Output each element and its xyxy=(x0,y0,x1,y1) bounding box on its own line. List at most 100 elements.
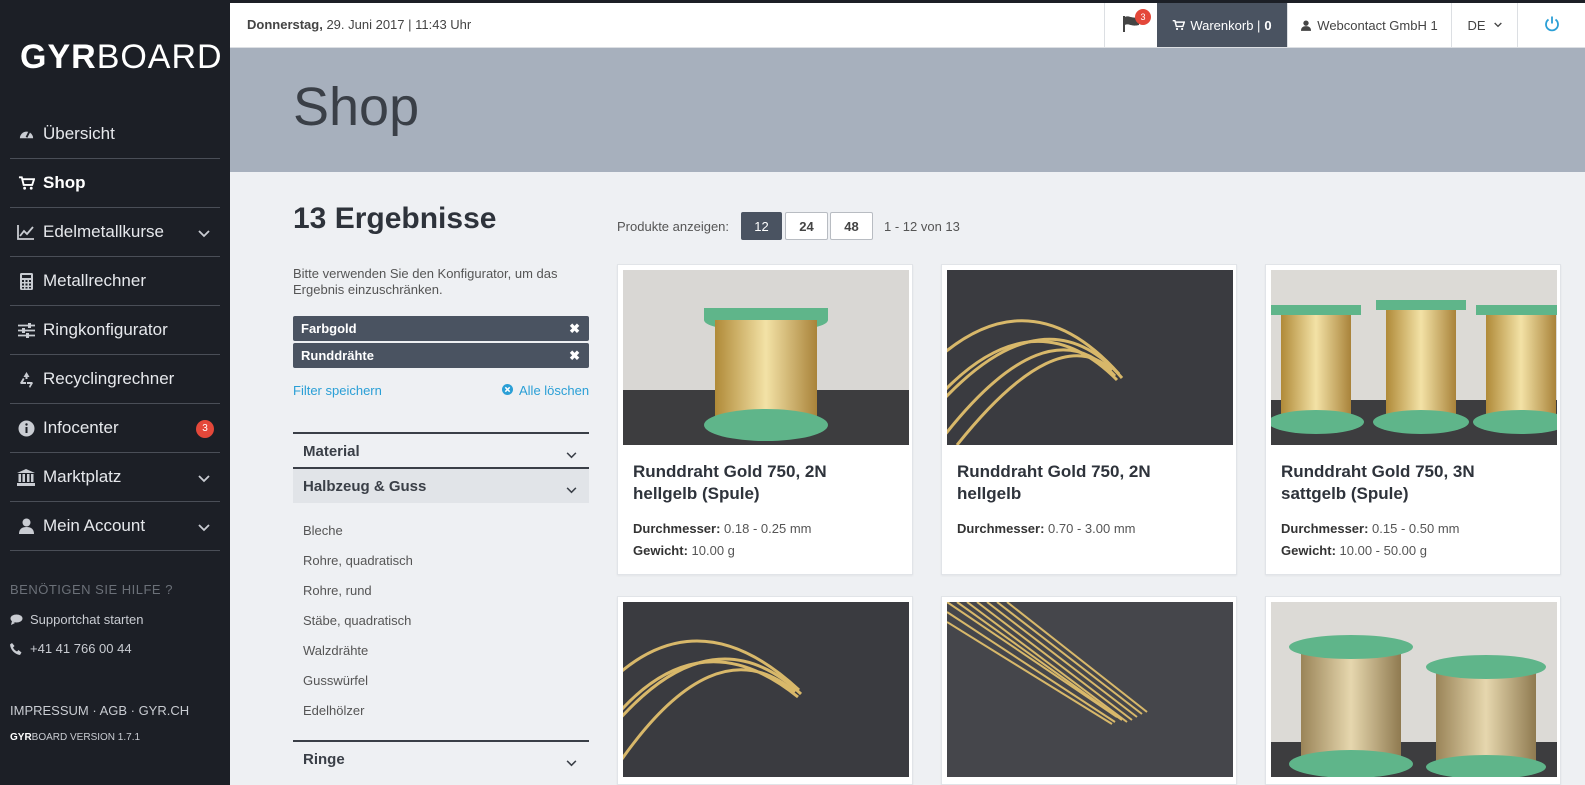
product-card[interactable]: Runddraht Gold 750, 2N hellgelb Durchmes… xyxy=(941,264,1237,575)
spec-label: Durchmesser: xyxy=(957,521,1045,536)
filter-option-walzdraehte[interactable]: Walzdrähte xyxy=(303,643,368,658)
filter-option-staebe-quadratisch[interactable]: Stäbe, quadratisch xyxy=(303,613,411,628)
product-image-spool[interactable] xyxy=(623,270,909,445)
footer-links[interactable]: IMPRESSUM · AGB · GYR.CH xyxy=(10,703,189,718)
user-menu[interactable]: Webcontact GmbH 1 xyxy=(1287,3,1451,47)
filter-option-rohre-rund[interactable]: Rohre, rund xyxy=(303,583,372,598)
product-image-spools[interactable] xyxy=(1271,270,1557,445)
sidebar-item-edelmetallkurse[interactable]: Edelmetallkurse xyxy=(10,208,220,257)
sidebar-item-label: Metallrechner xyxy=(43,271,146,290)
current-date: Donnerstag, 29. Juni 2017 | 11:43 Uhr xyxy=(247,17,471,32)
top-bar: Donnerstag, 29. Juni 2017 | 11:43 Uhr 3 … xyxy=(230,0,1585,48)
product-title[interactable]: Runddraht Gold 750, 3N sattgelb (Spule) xyxy=(1281,461,1541,505)
logo-bold: GYR xyxy=(20,38,97,76)
logout-button[interactable] xyxy=(1517,3,1585,47)
gyrboard-logo[interactable]: GYRBOARD xyxy=(20,38,223,77)
cart-icon xyxy=(16,174,36,192)
user-icon xyxy=(16,517,36,535)
product-title[interactable]: Runddraht Gold 750, 2N hellgelb (Spule) xyxy=(633,461,893,505)
filter-chip-label: Farbgold xyxy=(301,321,357,336)
page-size-24[interactable]: 24 xyxy=(785,212,828,240)
user-name: Webcontact GmbH 1 xyxy=(1317,17,1438,33)
infocenter-badge: 3 xyxy=(196,420,214,438)
spec-label: Gewicht: xyxy=(633,543,688,558)
support-chat-link[interactable]: Supportchat starten xyxy=(10,612,143,627)
sidebar-item-label: Shop xyxy=(43,173,86,192)
clear-all-label: Alle löschen xyxy=(519,383,590,398)
product-diameter: Durchmesser: 0.18 - 0.25 mm xyxy=(633,521,811,536)
filter-option-gusswuerfel[interactable]: Gusswürfel xyxy=(303,673,368,688)
version-text: BOARD VERSION 1.7.1 xyxy=(31,732,141,743)
sidebar-item-label: Marktplatz xyxy=(43,467,122,486)
sidebar-item-shop[interactable]: Shop xyxy=(10,159,220,208)
spec-value: 0.15 - 0.50 mm xyxy=(1368,521,1460,536)
main-nav: Übersicht Shop Edelmetallkurse Metallrec… xyxy=(10,110,220,551)
close-icon[interactable]: ✖ xyxy=(569,321,580,337)
sidebar-item-infocenter[interactable]: Infocenter 3 xyxy=(10,404,220,453)
close-icon[interactable]: ✖ xyxy=(569,348,580,364)
sidebar-item-label: Edelmetallkurse xyxy=(43,222,164,241)
sidebar-item-metallrechner[interactable]: Metallrechner xyxy=(10,257,220,306)
logo-light: BOARD xyxy=(96,38,223,76)
chevron-down-icon xyxy=(566,481,577,498)
product-card[interactable]: Runddraht Gold 750, 3N sattgelb (Spule) … xyxy=(1265,264,1561,575)
cart-count: 0 xyxy=(1264,17,1272,33)
filter-option-edelhoelzer[interactable]: Edelhölzer xyxy=(303,703,364,718)
bank-icon xyxy=(16,468,36,486)
page-size-48[interactable]: 48 xyxy=(830,212,873,240)
chevron-down-icon xyxy=(198,470,210,488)
chevron-down-icon xyxy=(198,225,210,243)
product-card[interactable] xyxy=(941,596,1237,785)
product-card[interactable]: Runddraht Gold 750, 2N hellgelb (Spule) … xyxy=(617,264,913,575)
cart-icon xyxy=(1172,19,1186,31)
product-card[interactable] xyxy=(617,596,913,785)
spec-label: Gewicht: xyxy=(1281,543,1336,558)
sidebar-item-label: Mein Account xyxy=(43,516,146,535)
filter-section-halbzeug[interactable]: Halbzeug & Guss xyxy=(293,467,589,503)
product-image-spools[interactable] xyxy=(1271,602,1557,777)
filter-chip-runddraehte[interactable]: Runddrähte ✖ xyxy=(293,343,589,368)
sidebar-item-recyclingrechner[interactable]: Recyclingrechner xyxy=(10,355,220,404)
user-icon xyxy=(1301,20,1312,31)
help-title: BENÖTIGEN SIE HILFE ? xyxy=(10,582,173,597)
language-select[interactable]: DE xyxy=(1451,3,1517,47)
sliders-icon xyxy=(16,321,36,339)
cart-button[interactable]: Warenkorb | 0 xyxy=(1157,3,1287,47)
page-title: Shop xyxy=(293,77,420,137)
phone-link[interactable]: +41 41 766 00 44 xyxy=(10,641,132,656)
filter-hint: Bitte verwenden Sie den Konfigurator, um… xyxy=(293,266,558,297)
chevron-down-icon xyxy=(566,754,577,771)
product-image-rods[interactable] xyxy=(947,602,1233,777)
sidebar-item-ringkonfigurator[interactable]: Ringkonfigurator xyxy=(10,306,220,355)
product-title[interactable]: Runddraht Gold 750, 2N hellgelb xyxy=(957,461,1217,505)
spec-label: Durchmesser: xyxy=(1281,521,1369,536)
spec-value: 10.00 - 50.00 g xyxy=(1335,543,1427,558)
calculator-icon xyxy=(16,272,36,290)
notifications-button[interactable]: 3 xyxy=(1104,3,1158,47)
sidebar-item-mein-account[interactable]: Mein Account xyxy=(10,502,220,551)
filter-option-bleche[interactable]: Bleche xyxy=(303,523,343,538)
clear-all-link[interactable]: Alle löschen xyxy=(502,383,589,398)
save-filter-link[interactable]: Filter speichern xyxy=(293,383,382,398)
sidebar-item-label: Recyclingrechner xyxy=(43,369,175,388)
product-image-coil[interactable] xyxy=(947,270,1233,445)
page-header: Shop xyxy=(230,48,1585,172)
power-icon xyxy=(1544,16,1560,35)
product-weight: Gewicht: 10.00 g xyxy=(633,543,735,558)
section-label: Halbzeug & Guss xyxy=(303,477,427,495)
section-label: Material xyxy=(303,442,360,460)
filter-section-ringe[interactable]: Ringe xyxy=(293,740,589,776)
filter-option-rohre-quadratisch[interactable]: Rohre, quadratisch xyxy=(303,553,413,568)
filter-chip-farbgold[interactable]: Farbgold ✖ xyxy=(293,316,589,341)
product-image-coil[interactable] xyxy=(623,602,909,777)
spec-value: 10.00 g xyxy=(687,543,735,558)
dashboard-icon xyxy=(16,125,36,143)
chevron-down-icon xyxy=(566,446,577,463)
remove-circle-icon xyxy=(502,383,513,398)
sidebar-item-uebersicht[interactable]: Übersicht xyxy=(10,110,220,159)
filter-section-material[interactable]: Material xyxy=(293,432,589,468)
sidebar-item-marktplatz[interactable]: Marktplatz xyxy=(10,453,220,502)
page-size-12[interactable]: 12 xyxy=(741,212,782,240)
product-card[interactable] xyxy=(1265,596,1561,785)
date-weekday: Donnerstag, xyxy=(247,17,323,32)
